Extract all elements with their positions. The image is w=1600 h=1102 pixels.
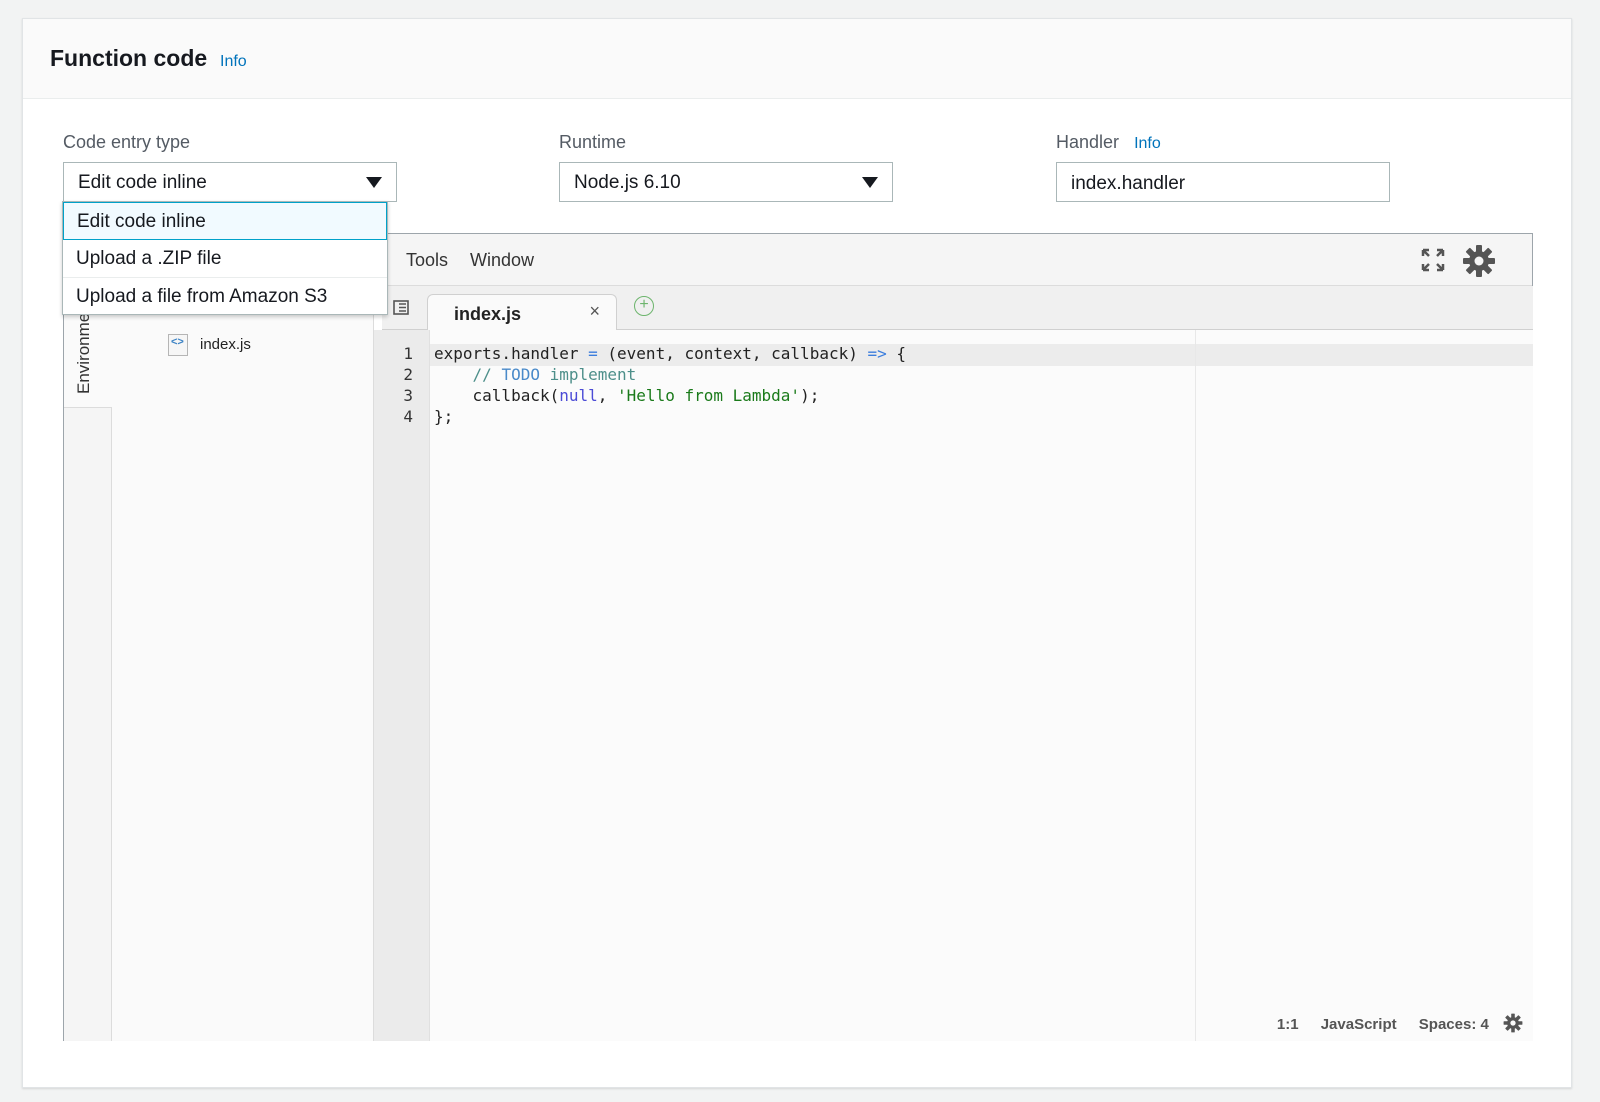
option-upload-s3[interactable]: Upload a file from Amazon S3 <box>63 278 387 316</box>
code-entry-type-dropdown: Edit code inline Upload a .ZIP file Uplo… <box>62 201 388 315</box>
code-line-1: exports.handler = (event, context, callb… <box>434 344 907 363</box>
line-number: 1 <box>403 344 413 363</box>
cursor-position: 1:1 <box>1276 1016 1299 1033</box>
print-margin <box>1195 330 1196 1041</box>
tree-file-index-js[interactable]: index.js <box>200 336 251 353</box>
tab-label: index.js <box>454 304 522 324</box>
code-entry-type-label: Code entry type <box>63 132 191 152</box>
function-code-panel: Function code Info Code entry type Edit … <box>22 18 1572 1088</box>
option-edit-code-inline[interactable]: Edit code inline <box>63 202 387 240</box>
gear-icon[interactable] <box>1462 244 1496 278</box>
handler-value: index.handler <box>1071 173 1186 194</box>
code-editor-area[interactable]: exports.handler = (event, context, callb… <box>430 330 1533 1041</box>
tab-index-js[interactable]: index.js × <box>427 294 617 330</box>
code-line-2: // TODO implement <box>434 365 637 384</box>
option-upload-zip[interactable]: Upload a .ZIP file <box>63 240 387 278</box>
panel-header: Function code Info <box>23 19 1571 99</box>
add-tab-icon[interactable]: + <box>634 296 654 316</box>
line-number: 4 <box>403 407 413 426</box>
runtime-value: Node.js 6.10 <box>574 172 681 193</box>
indent-spaces[interactable]: Spaces: 4 <box>1419 1016 1489 1033</box>
fullscreen-icon[interactable] <box>1421 248 1445 272</box>
close-icon[interactable]: × <box>589 301 600 322</box>
handler-input[interactable]: index.handler <box>1056 162 1390 202</box>
language-mode[interactable]: JavaScript <box>1321 1016 1397 1033</box>
environment-side-strip: Environment <box>64 286 112 1041</box>
caret-down-icon <box>862 177 878 188</box>
editor-status-bar: 1:1 JavaScript Spaces: 4 <box>1259 1013 1523 1033</box>
runtime-select[interactable]: Node.js 6.10 <box>559 162 893 202</box>
code-line-3: callback(null, 'Hello from Lambda'); <box>434 386 820 405</box>
runtime-label: Runtime <box>559 132 627 152</box>
js-file-icon: <> <box>168 334 188 356</box>
line-number-gutter: 1 2 3 4 <box>374 330 430 1041</box>
line-number: 2 <box>403 365 413 384</box>
panel-title: Function code <box>50 45 208 71</box>
handler-label: Handler Info <box>1056 132 1161 153</box>
menu-window[interactable]: Window <box>470 250 534 271</box>
line-number: 3 <box>403 386 413 405</box>
status-gear-icon[interactable] <box>1503 1013 1523 1033</box>
caret-down-icon <box>366 177 382 188</box>
panel-toggle-icon[interactable] <box>392 300 410 316</box>
code-entry-type-value: Edit code inline <box>78 172 207 193</box>
handler-label-text: Handler <box>1056 132 1120 152</box>
file-tree: <> index.js <box>112 286 374 1041</box>
code-editor-ide: Tools Window Environment <> index.js ind… <box>63 233 1533 1041</box>
panel-info-link[interactable]: Info <box>220 53 247 71</box>
code-entry-type-select[interactable]: Edit code inline <box>63 162 397 202</box>
handler-info-link[interactable]: Info <box>1134 135 1161 152</box>
editor-tab-bar: index.js × + <box>382 286 1533 330</box>
menu-tools[interactable]: Tools <box>406 250 448 271</box>
code-line-4: }; <box>434 407 454 426</box>
